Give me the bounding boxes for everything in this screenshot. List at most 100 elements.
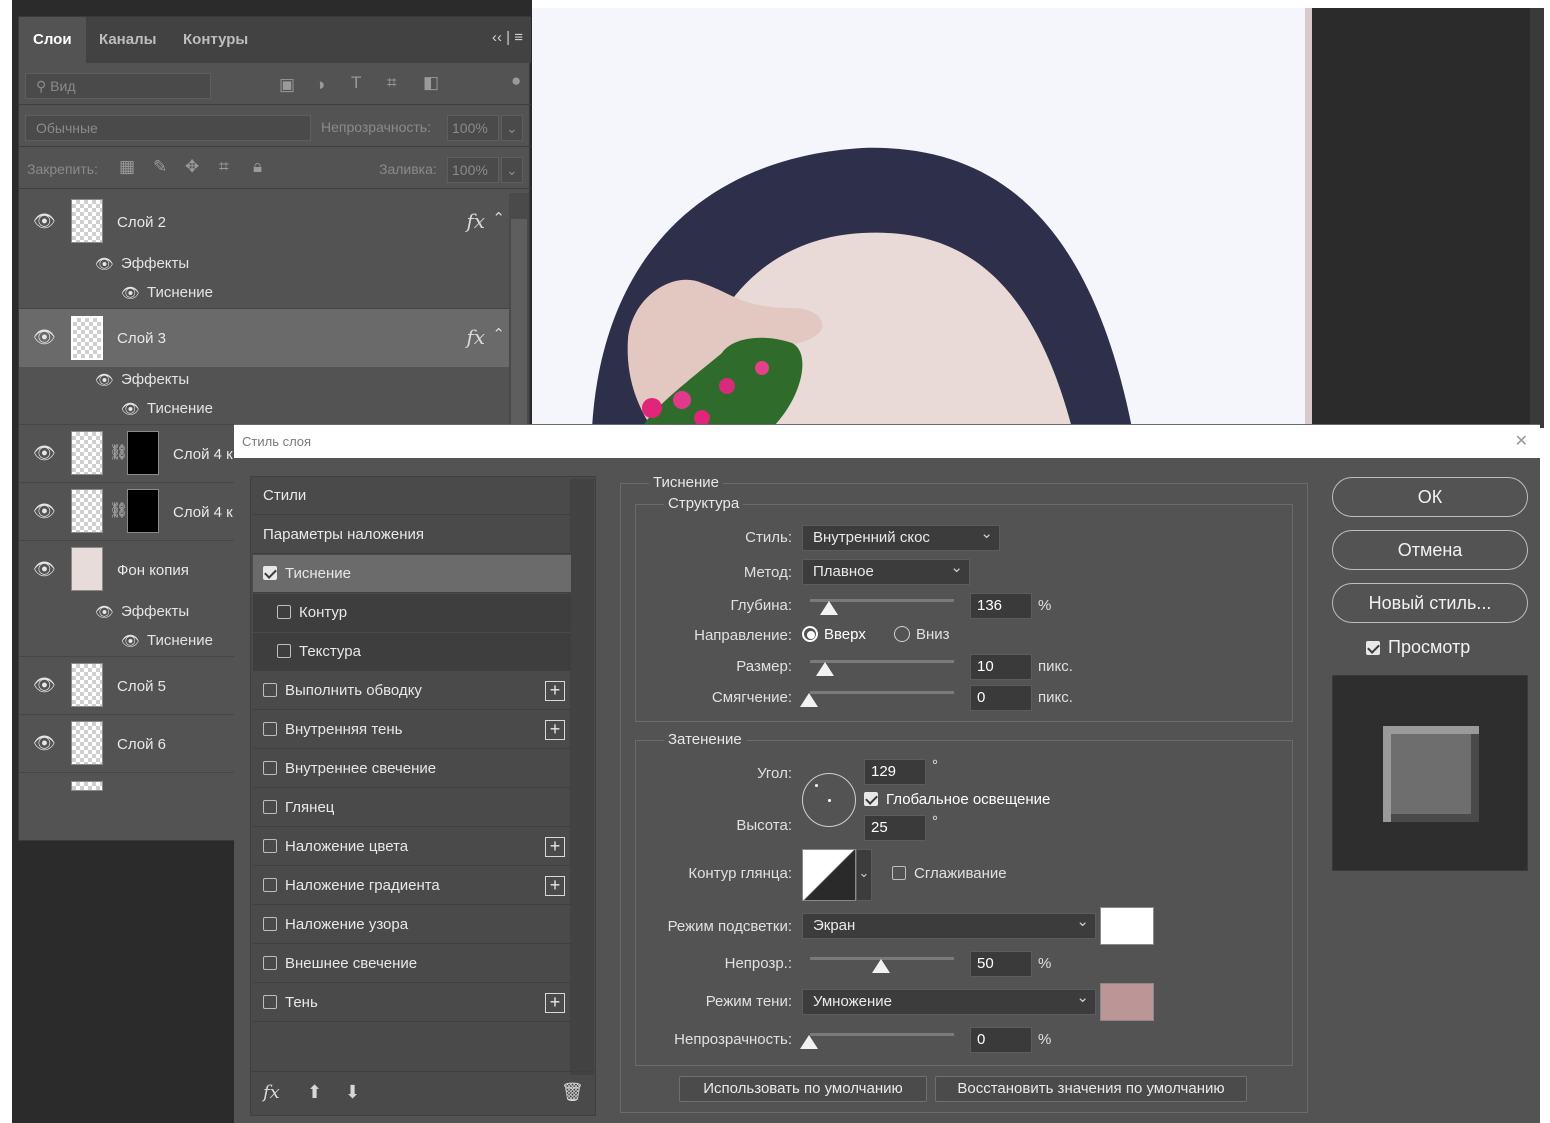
- inner-shadow-checkbox[interactable]: [263, 722, 277, 736]
- layer-name[interactable]: Слой 3: [117, 330, 166, 347]
- emboss-eye-icon[interactable]: 👁︎: [121, 400, 140, 418]
- bevel-emboss-checkbox[interactable]: [263, 566, 277, 580]
- layer-name[interactable]: Слой 6: [117, 736, 166, 753]
- reset-default-button[interactable]: Восстановить значения по умолчанию: [935, 1076, 1247, 1102]
- radio-up[interactable]: [802, 626, 818, 642]
- angle-dial[interactable]: [802, 773, 856, 827]
- move-down-icon[interactable]: ⬇: [345, 1082, 360, 1103]
- style-item-satin[interactable]: Глянец: [253, 789, 571, 827]
- soften-input[interactable]: 0: [970, 685, 1032, 711]
- style-item-texture[interactable]: Текстура: [253, 633, 571, 671]
- layer-mask-thumbnail[interactable]: [127, 431, 159, 475]
- emboss-effect-label[interactable]: Тиснение: [147, 284, 213, 301]
- outer-glow-checkbox[interactable]: [263, 956, 277, 970]
- visibility-eye-icon[interactable]: 👁︎: [33, 675, 56, 696]
- add-color-overlay-icon[interactable]: +: [545, 837, 565, 857]
- move-up-icon[interactable]: ⬆: [307, 1082, 322, 1103]
- lock-all-icon[interactable]: 🔒︎: [253, 157, 262, 177]
- anti-alias-option[interactable]: Сглаживание: [892, 865, 1007, 882]
- emboss-eye-icon[interactable]: 👁︎: [121, 632, 140, 650]
- drop-shadow-checkbox[interactable]: [263, 995, 277, 1009]
- style-item-bevel-emboss[interactable]: Тиснение: [253, 555, 571, 593]
- layer-filter-dropdown[interactable]: ⚲ Вид: [25, 73, 211, 99]
- ok-button[interactable]: ОК: [1332, 477, 1528, 517]
- global-light-checkbox[interactable]: [864, 792, 878, 806]
- soften-slider-knob[interactable]: [800, 693, 818, 707]
- global-light-option[interactable]: Глобальное освещение: [864, 791, 1050, 808]
- styles-list-scrollbar[interactable]: [570, 479, 594, 1075]
- adjustment-filter-icon[interactable]: ◑: [315, 75, 325, 95]
- lock-paint-icon[interactable]: ✎: [153, 157, 167, 177]
- add-stroke-icon[interactable]: +: [545, 681, 565, 701]
- visibility-eye-icon[interactable]: 👁︎: [33, 211, 56, 232]
- canvas-scrollbar[interactable]: [1530, 8, 1544, 428]
- soften-slider[interactable]: [810, 691, 954, 694]
- visibility-eye-icon[interactable]: 👁︎: [33, 327, 56, 348]
- opacity-chevron-icon[interactable]: ⌄: [501, 115, 523, 141]
- emboss-effect-label[interactable]: Тиснение: [147, 400, 213, 417]
- link-chain-icon[interactable]: ⛓︎: [109, 443, 128, 461]
- shadow-color-swatch[interactable]: [1100, 983, 1154, 1021]
- pattern-overlay-checkbox[interactable]: [263, 917, 277, 931]
- close-icon[interactable]: ✕: [1515, 425, 1528, 458]
- blend-mode-dropdown[interactable]: Обычные: [25, 115, 311, 141]
- shadow-opacity-slider[interactable]: [810, 1033, 954, 1036]
- technique-dropdown[interactable]: Плавное: [802, 556, 970, 585]
- canvas-photo[interactable]: [532, 8, 1312, 428]
- radio-down[interactable]: [894, 626, 910, 642]
- inner-glow-checkbox[interactable]: [263, 761, 277, 775]
- style-item-stroke[interactable]: Выполнить обводку +: [253, 672, 571, 710]
- effects-eye-icon[interactable]: 👁︎: [95, 371, 114, 389]
- visibility-eye-icon[interactable]: 👁︎: [33, 501, 56, 522]
- fx-menu-icon[interactable]: fx: [263, 1082, 280, 1103]
- emboss-effect-label[interactable]: Тиснение: [147, 632, 213, 649]
- highlight-mode-dropdown[interactable]: Экран: [802, 910, 1096, 939]
- gloss-contour-preview[interactable]: [802, 849, 856, 901]
- color-overlay-checkbox[interactable]: [263, 839, 277, 853]
- layer-row[interactable]: 👁︎ Слой 2 fx ⌃ 👁︎ Эффекты 👁︎ Тиснение: [19, 193, 509, 309]
- shape-filter-icon[interactable]: ⌗: [387, 73, 397, 93]
- lock-transparency-icon[interactable]: ▦: [119, 157, 135, 177]
- satin-checkbox[interactable]: [263, 800, 277, 814]
- style-item-contour[interactable]: Контур: [253, 594, 571, 632]
- size-slider-knob[interactable]: [816, 662, 834, 676]
- effects-eye-icon[interactable]: 👁︎: [95, 603, 114, 621]
- texture-checkbox[interactable]: [277, 644, 291, 658]
- tab-paths[interactable]: Контуры: [169, 17, 262, 63]
- gradient-overlay-checkbox[interactable]: [263, 878, 277, 892]
- fx-icon[interactable]: fx: [466, 209, 485, 233]
- style-item-inner-shadow[interactable]: Внутренняя тень +: [253, 711, 571, 749]
- cancel-button[interactable]: Отмена: [1332, 530, 1528, 570]
- smart-object-filter-icon[interactable]: ◧: [423, 73, 439, 93]
- shadow-opacity-input[interactable]: 0: [970, 1027, 1032, 1053]
- preview-checkbox[interactable]: [1366, 641, 1380, 655]
- shadow-mode-dropdown[interactable]: Умножение: [802, 986, 1096, 1015]
- emboss-eye-icon[interactable]: 👁︎: [121, 284, 140, 302]
- layer-name[interactable]: Слой 2: [117, 214, 166, 231]
- depth-input[interactable]: 136: [970, 593, 1032, 619]
- fill-input[interactable]: 100%: [447, 157, 499, 183]
- shadow-opacity-knob[interactable]: [800, 1035, 818, 1049]
- highlight-opacity-input[interactable]: 50: [970, 951, 1032, 977]
- angle-input[interactable]: 129: [864, 759, 926, 785]
- fill-chevron-icon[interactable]: ⌄: [501, 157, 523, 183]
- altitude-input[interactable]: 25: [864, 815, 926, 841]
- anti-alias-checkbox[interactable]: [892, 866, 906, 880]
- tab-channels[interactable]: Каналы: [85, 17, 170, 63]
- scrollbar-thumb[interactable]: [511, 219, 527, 429]
- visibility-eye-icon[interactable]: 👁︎: [33, 443, 56, 464]
- depth-slider-knob[interactable]: [820, 601, 838, 615]
- opacity-input[interactable]: 100%: [447, 115, 499, 141]
- tab-layers[interactable]: Слои: [19, 17, 86, 63]
- preview-option[interactable]: Просмотр: [1366, 637, 1470, 658]
- image-filter-icon[interactable]: ▣: [279, 75, 295, 95]
- layer-mask-thumbnail[interactable]: [127, 489, 159, 533]
- visibility-eye-icon[interactable]: 👁︎: [33, 559, 56, 580]
- visibility-eye-icon[interactable]: 👁︎: [33, 733, 56, 754]
- layer-name[interactable]: Слой 5: [117, 678, 166, 695]
- style-item-color-overlay[interactable]: Наложение цвета +: [253, 828, 571, 866]
- style-item-pattern-overlay[interactable]: Наложение узора: [253, 906, 571, 944]
- bevel-style-dropdown[interactable]: Внутренний скос: [802, 522, 1000, 551]
- styles-item[interactable]: Стили: [253, 477, 571, 515]
- fx-icon[interactable]: fx: [466, 325, 485, 349]
